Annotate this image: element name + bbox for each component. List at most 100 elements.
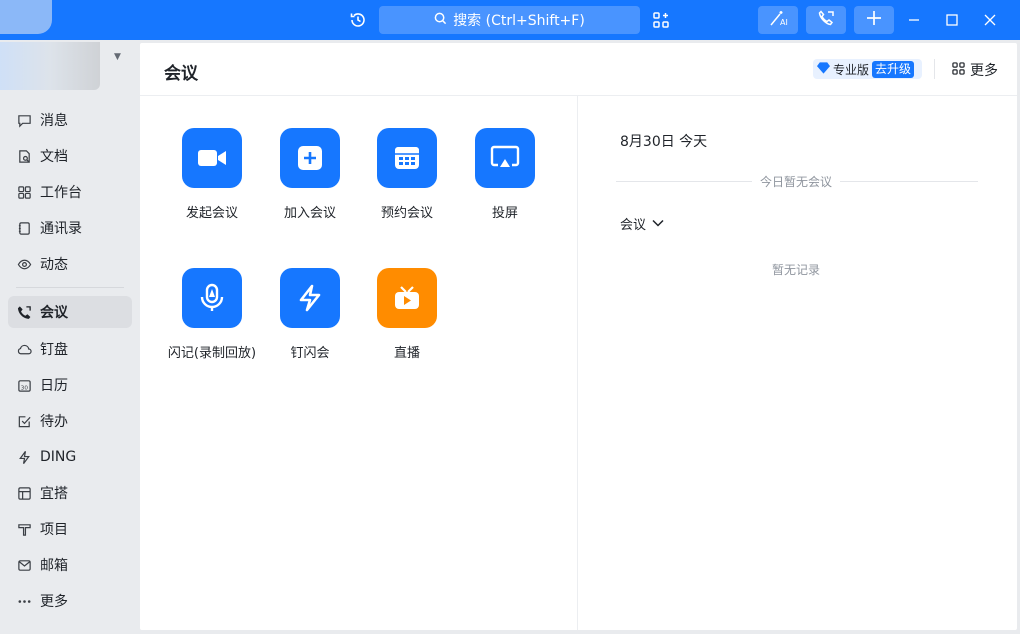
app-screen-cast[interactable]: 投屏 (455, 128, 555, 221)
header-divider-line (140, 95, 1017, 96)
sidebar-item-label: 会议 (40, 305, 68, 321)
chevron-down-icon[interactable]: ▼ (114, 52, 121, 62)
sidebar-item-label: DING (40, 449, 77, 465)
sidebar-item-drive[interactable]: 钉盘 (8, 333, 132, 365)
today-date: 8月30日 今天 (620, 134, 708, 150)
app-flash-meeting[interactable]: 钉闪会 (260, 268, 360, 361)
more-button[interactable]: 更多 (952, 60, 998, 80)
sidebar-item-label: 更多 (40, 594, 68, 610)
diamond-icon (817, 61, 830, 77)
apps-add-icon[interactable] (649, 8, 673, 32)
app-label: 闪记(录制回放) (167, 346, 257, 361)
chevron-down-icon (652, 216, 664, 231)
sidebar-item-label: 待办 (40, 414, 68, 430)
message-icon (16, 113, 32, 128)
app-label: 预约会议 (380, 206, 433, 221)
sidebar-item-label: 项目 (40, 522, 68, 538)
search-icon (434, 12, 447, 29)
app-label: 加入会议 (283, 206, 336, 221)
sidebar-item-label: 工作台 (40, 185, 82, 201)
sidebar: ▼ 消息 文档 工作台 通讯录 动态 会议 钉盘 30 日历 待办 DING 宜… (0, 40, 140, 634)
sidebar-item-todo[interactable]: 待办 (8, 405, 132, 437)
sidebar-divider (16, 287, 124, 288)
call-icon (817, 9, 835, 31)
sidebar-item-calendar[interactable]: 30 日历 (8, 369, 132, 401)
feed-icon (16, 257, 32, 272)
new-button[interactable] (854, 6, 894, 34)
more-label: 更多 (970, 63, 998, 79)
search-placeholder: 搜索 (Ctrl+Shift+F) (453, 13, 585, 29)
todo-icon (16, 414, 32, 429)
calendar-icon: 30 (16, 378, 32, 393)
ai-wand-icon: AI (768, 9, 788, 31)
maximize-icon[interactable] (940, 8, 964, 32)
yida-icon (16, 486, 32, 501)
plus-icon (866, 10, 882, 30)
app-schedule-meeting[interactable]: 预约会议 (357, 128, 457, 221)
ai-wand-button[interactable]: AI (758, 6, 798, 34)
app-join-meeting[interactable]: 加入会议 (260, 128, 360, 221)
app-start-meeting[interactable]: 发起会议 (162, 128, 262, 221)
sidebar-item-more[interactable]: 更多 (8, 585, 132, 617)
main-panel: 会议 专业版 去升级 更多 发起会议 加入会议 预约会议 投屏 闪记(录制回放)… (140, 43, 1017, 630)
history-icon[interactable] (346, 8, 370, 32)
no-record-text: 暂无记录 (772, 263, 821, 277)
title-bar: 搜索 (Ctrl+Shift+F) AI (0, 0, 1020, 40)
live-tv-icon (377, 268, 437, 328)
screen-cast-icon (475, 128, 535, 188)
join-plus-icon (280, 128, 340, 188)
sidebar-item-label: 钉盘 (40, 342, 68, 358)
video-camera-icon (182, 128, 242, 188)
sidebar-item-yida[interactable]: 宜搭 (8, 477, 132, 509)
upgrade-button[interactable]: 去升级 (872, 60, 915, 78)
app-flash-record[interactable]: 闪记(录制回放) (162, 268, 262, 361)
meeting-filter-dropdown[interactable]: 会议 (620, 214, 664, 233)
profile-card[interactable] (0, 42, 100, 90)
sidebar-item-ding[interactable]: DING (8, 441, 132, 473)
contacts-icon (16, 221, 32, 236)
app-live-stream[interactable]: 直播 (357, 268, 457, 361)
close-icon[interactable] (978, 8, 1002, 32)
app-label: 钉闪会 (290, 346, 330, 361)
panel-divider (577, 96, 578, 630)
mail-icon (16, 558, 32, 573)
app-label: 投屏 (491, 206, 518, 221)
app-label: 直播 (393, 346, 420, 361)
sidebar-item-label: 邮箱 (40, 558, 68, 574)
sidebar-item-feed[interactable]: 动态 (8, 248, 132, 280)
sidebar-item-label: 文档 (40, 149, 68, 165)
search-input[interactable]: 搜索 (Ctrl+Shift+F) (379, 6, 640, 34)
svg-text:30: 30 (20, 385, 28, 391)
more-dots-icon (16, 594, 32, 609)
lightning-icon (280, 268, 340, 328)
minimize-icon[interactable] (902, 8, 926, 32)
sidebar-item-messages[interactable]: 消息 (8, 104, 132, 136)
sidebar-item-meeting[interactable]: 会议 (8, 296, 132, 328)
sidebar-item-project[interactable]: 项目 (8, 513, 132, 545)
sidebar-item-documents[interactable]: 文档 (8, 140, 132, 172)
pro-edition-badge[interactable]: 专业版 去升级 (813, 59, 922, 79)
sidebar-item-workbench[interactable]: 工作台 (8, 176, 132, 208)
call-button[interactable] (806, 6, 846, 34)
workbench-icon (16, 185, 32, 200)
mic-record-icon (182, 268, 242, 328)
sidebar-item-label: 通讯录 (40, 221, 82, 237)
app-label: 发起会议 (185, 206, 238, 221)
sidebar-item-label: 日历 (40, 378, 68, 394)
schedule-calendar-icon (377, 128, 437, 188)
sidebar-item-label: 消息 (40, 113, 68, 129)
page-title: 会议 (164, 64, 198, 84)
sidebar-item-label: 宜搭 (40, 486, 68, 502)
no-meeting-text: 今日暂无会议 (752, 173, 841, 190)
meeting-icon (16, 305, 32, 320)
ding-icon (16, 450, 32, 465)
grid-icon (952, 62, 965, 78)
sidebar-item-mail[interactable]: 邮箱 (8, 549, 132, 581)
document-icon (16, 149, 32, 164)
svg-text:AI: AI (780, 18, 788, 27)
sidebar-item-contacts[interactable]: 通讯录 (8, 212, 132, 244)
avatar[interactable] (0, 0, 52, 34)
cloud-drive-icon (16, 342, 32, 357)
sidebar-item-label: 动态 (40, 257, 68, 273)
meeting-filter-label: 会议 (620, 218, 647, 233)
